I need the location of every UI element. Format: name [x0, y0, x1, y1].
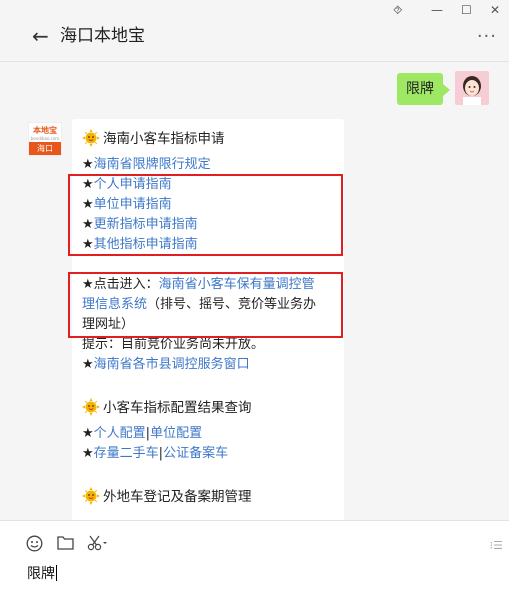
folder-icon[interactable]	[57, 535, 74, 554]
bot-avatar-url: bendibao.com	[30, 136, 60, 141]
close-button[interactable]: ✕	[490, 3, 500, 17]
section-title-application: 海南小客车指标申请	[82, 129, 225, 149]
sun-emoji-icon	[82, 487, 100, 505]
section-title-results: 小客车指标配置结果查询	[82, 398, 252, 418]
sun-emoji-icon	[82, 398, 100, 416]
emoji-icon[interactable]	[26, 535, 43, 556]
section-title-nonlocal: 外地车登记及备案期管理	[82, 487, 252, 507]
scissors-icon[interactable]	[87, 535, 109, 555]
user-message-bubble[interactable]: 限牌	[397, 73, 450, 105]
highlight-box-system	[68, 272, 343, 338]
title-bar: ⯑ — ☐ ✕ ← 海口本地宝 ···	[0, 0, 509, 62]
link-regulations[interactable]: 海南省限牌限行规定	[94, 157, 211, 172]
send-options-icon[interactable]: ⁝☰	[490, 539, 503, 552]
input-bar: ⁝☰ 限牌	[0, 520, 509, 599]
message-input[interactable]: 限牌	[27, 563, 57, 583]
back-arrow-icon[interactable]: ←	[32, 24, 49, 48]
notice-text: 提示：目前竞价业务尚未开放。	[82, 337, 265, 352]
link-personal-config[interactable]: 个人配置	[94, 426, 146, 441]
chat-title: 海口本地宝	[60, 26, 145, 46]
list-item: ★存量二手车|公证备案车	[82, 446, 229, 461]
list-item[interactable]: ★海南省各市县调控服务窗口	[82, 355, 250, 375]
link-service-window[interactable]: 海南省各市县调控服务窗口	[94, 357, 250, 372]
bot-avatar-city: 海口	[29, 142, 61, 155]
link-notary-car[interactable]: 公证备案车	[163, 446, 228, 461]
user-avatar[interactable]	[455, 71, 489, 105]
sun-emoji-icon	[82, 129, 100, 147]
list-item[interactable]: ★海南省限牌限行规定	[82, 155, 211, 175]
list-item: ★个人配置|单位配置	[82, 426, 203, 441]
pin-icon[interactable]: ⯑	[393, 3, 402, 18]
more-icon[interactable]: ···	[477, 26, 497, 47]
link-used-car[interactable]: 存量二手车	[94, 446, 159, 461]
minimize-button[interactable]: —	[431, 3, 443, 17]
bot-avatar[interactable]: 本地宝 bendibao.com 海口	[28, 122, 62, 156]
highlight-box-guides	[68, 174, 343, 256]
bot-avatar-brand: 本地宝	[33, 126, 57, 135]
maximize-button[interactable]: ☐	[461, 3, 472, 17]
link-unit-config[interactable]: 单位配置	[150, 426, 202, 441]
chat-area: 限牌 本地宝 bendibao.com 海口 海南小客车指标申请 ★海南省限牌限…	[0, 62, 509, 520]
